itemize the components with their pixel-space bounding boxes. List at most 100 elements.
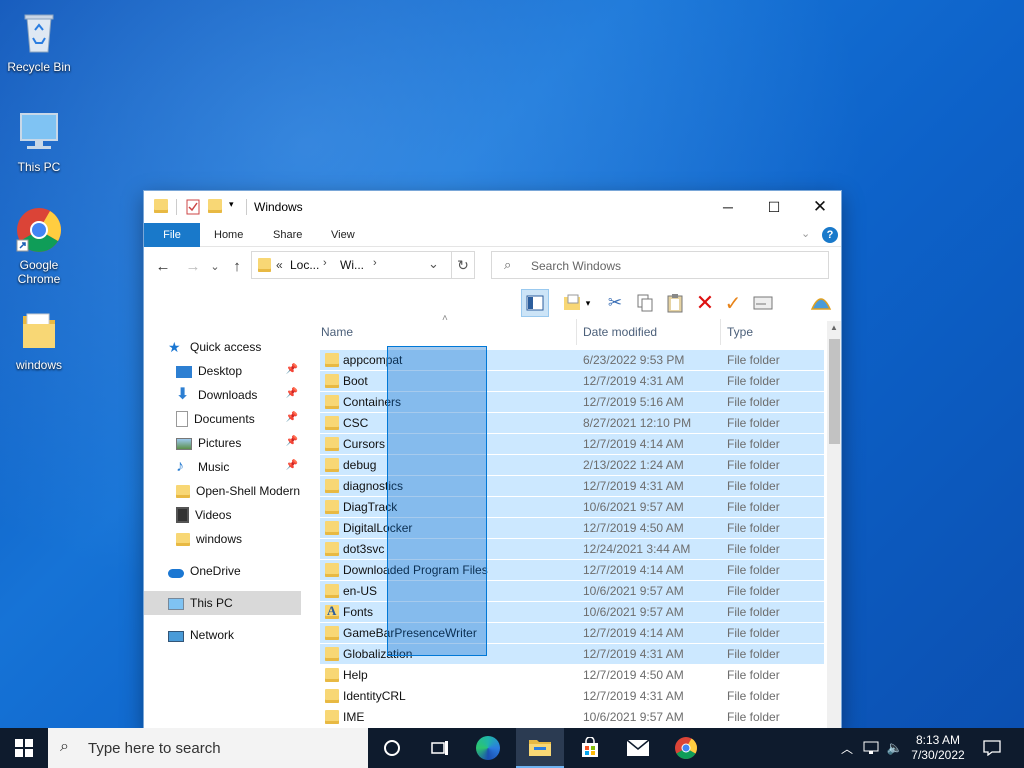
address-overflow[interactable]: « (276, 258, 283, 272)
file-explorer-window[interactable]: ▾ Windows ─ ☐ ✕ File Home Share View ⌄ ?… (143, 190, 842, 730)
music-note-icon: ♪ (176, 458, 184, 475)
address-bar[interactable]: « Loc... › Wi... › ⌄ (251, 251, 475, 279)
taskbar-app-chrome[interactable] (662, 728, 710, 768)
chevron-right-icon[interactable]: › (373, 257, 377, 269)
column-header-date[interactable]: Date modified (583, 319, 657, 345)
nav-item-music[interactable]: ♪ Music 📌 (176, 455, 304, 479)
column-header-type[interactable]: Type (727, 319, 753, 345)
file-name[interactable]: dot3svc (343, 542, 384, 556)
taskbar-app-edge[interactable] (464, 728, 512, 768)
file-type: File folder (727, 374, 780, 388)
tab-home[interactable]: Home (200, 223, 257, 247)
forward-arrow-icon[interactable]: → (182, 257, 204, 277)
pin-icon[interactable]: 📌 (286, 460, 298, 471)
file-name[interactable]: IdentityCRL (343, 689, 406, 703)
cut-icon[interactable]: ✂ (601, 289, 629, 317)
file-row[interactable]: IdentityCRL 12/7/2019 4:31 AM File folder (320, 686, 824, 707)
nav-item-downloads[interactable]: ⬇ Downloads 📌 (176, 383, 304, 407)
desktop-icon-windows-folder[interactable]: windows (1, 306, 77, 372)
desktop-icon-google-chrome[interactable]: Google Chrome (1, 206, 77, 286)
file-name[interactable]: debug (343, 458, 376, 472)
help-icon[interactable]: ? (822, 227, 838, 243)
vertical-scrollbar[interactable]: ▲ (827, 321, 841, 729)
close-button[interactable]: ✕ (797, 191, 841, 223)
taskbar-search-box[interactable]: ⌕ Type here to search (48, 728, 368, 768)
network-tray-icon[interactable] (860, 728, 882, 768)
recent-locations-icon[interactable]: ⌄ (204, 257, 226, 277)
expand-ribbon-icon[interactable]: ⌄ (801, 227, 810, 240)
open-shell-icon[interactable] (807, 289, 835, 317)
file-name[interactable]: CSC (343, 416, 368, 430)
tab-file[interactable]: File (144, 223, 200, 247)
computer-icon (168, 597, 184, 610)
nav-item-windows[interactable]: windows (176, 527, 304, 551)
file-explorer-icon (529, 740, 551, 756)
properties-icon[interactable] (186, 199, 200, 215)
file-date-modified: 10/6/2021 9:57 AM (583, 500, 684, 514)
clock[interactable]: 8:13 AM 7/30/2022 (908, 728, 968, 768)
taskbar-app-store[interactable] (566, 728, 614, 768)
email-icon[interactable] (749, 289, 777, 317)
show-hidden-icons-button[interactable]: ︿ (836, 728, 858, 768)
maximize-button[interactable]: ☐ (751, 191, 797, 223)
scrollbar-thumb[interactable] (829, 339, 840, 444)
pin-icon[interactable]: 📌 (286, 436, 298, 447)
checkmark-icon[interactable]: ✓ (719, 289, 747, 317)
task-view-button[interactable] (416, 728, 464, 768)
pin-icon[interactable]: 📌 (286, 388, 298, 399)
start-button[interactable] (0, 728, 48, 768)
file-name[interactable]: en-US (343, 584, 377, 598)
title-bar[interactable]: ▾ Windows ─ ☐ ✕ (144, 191, 841, 223)
file-name[interactable]: Fonts (343, 605, 373, 619)
file-row[interactable]: IME 10/6/2021 9:57 AM File folder (320, 707, 824, 728)
file-name[interactable]: Boot (343, 374, 368, 388)
scroll-up-arrow-icon[interactable]: ▲ (830, 323, 838, 332)
nav-item-desktop[interactable]: Desktop 📌 (176, 359, 304, 383)
column-header-name[interactable]: Name (321, 319, 353, 345)
file-name[interactable]: Help (343, 668, 368, 682)
file-date-modified: 12/7/2019 4:14 AM (583, 563, 684, 577)
column-separator[interactable] (576, 319, 577, 345)
chevron-down-icon[interactable]: ▾ (581, 289, 595, 317)
delete-icon[interactable]: ✕ (691, 289, 719, 317)
search-input[interactable]: ⌕ Search Windows (491, 251, 829, 279)
desktop-icon-this-pc[interactable]: This PC (1, 108, 77, 174)
pin-icon[interactable]: 📌 (286, 412, 298, 423)
chevron-down-icon[interactable]: ⌄ (428, 256, 439, 272)
nav-item-network[interactable]: Network (168, 623, 304, 647)
file-name[interactable]: IME (343, 710, 364, 724)
nav-item-videos[interactable]: Videos (176, 503, 304, 527)
nav-item-onedrive[interactable]: OneDrive (168, 559, 304, 583)
desktop-icon-recycle-bin[interactable]: Recycle Bin (1, 8, 77, 74)
nav-item-documents[interactable]: Documents 📌 (176, 407, 304, 431)
notifications-button[interactable] (976, 728, 1008, 768)
taskbar-app-file-explorer[interactable] (516, 728, 564, 768)
file-row[interactable]: Help 12/7/2019 4:50 AM File folder (320, 665, 824, 686)
nav-item-open-shell-modern[interactable]: Open-Shell Modern (176, 479, 304, 503)
folder-icon (325, 689, 339, 703)
tab-view[interactable]: View (317, 223, 369, 247)
refresh-button[interactable]: ↻ (451, 251, 475, 279)
nav-item-quick-access[interactable]: ★ Quick access (168, 335, 304, 359)
breadcrumb-local-disk[interactable]: Loc... (290, 258, 319, 272)
tab-share[interactable]: Share (259, 223, 316, 247)
nav-item-this-pc[interactable]: This PC (144, 591, 301, 615)
cortana-button[interactable] (368, 728, 416, 768)
taskbar-app-mail[interactable] (614, 728, 662, 768)
customize-toolbar-icon[interactable]: ▾ (229, 199, 239, 215)
chevron-right-icon[interactable]: › (323, 257, 327, 269)
navigation-pane-icon[interactable] (521, 289, 549, 317)
nav-item-pictures[interactable]: Pictures 📌 (176, 431, 304, 455)
file-name[interactable]: Cursors (343, 437, 385, 451)
minimize-button[interactable]: ─ (705, 191, 751, 223)
paste-icon[interactable] (661, 289, 689, 317)
back-arrow-icon[interactable]: ← (152, 257, 174, 277)
breadcrumb-windows[interactable]: Wi... (340, 258, 364, 272)
column-separator[interactable] (720, 319, 721, 345)
new-folder-icon[interactable] (208, 199, 222, 215)
file-date-modified: 6/23/2022 9:53 PM (583, 353, 685, 367)
volume-tray-icon[interactable]: 🔈 (884, 728, 906, 768)
copy-icon[interactable] (631, 289, 659, 317)
up-arrow-icon[interactable]: ↑ (226, 257, 248, 277)
pin-icon[interactable]: 📌 (286, 364, 298, 375)
